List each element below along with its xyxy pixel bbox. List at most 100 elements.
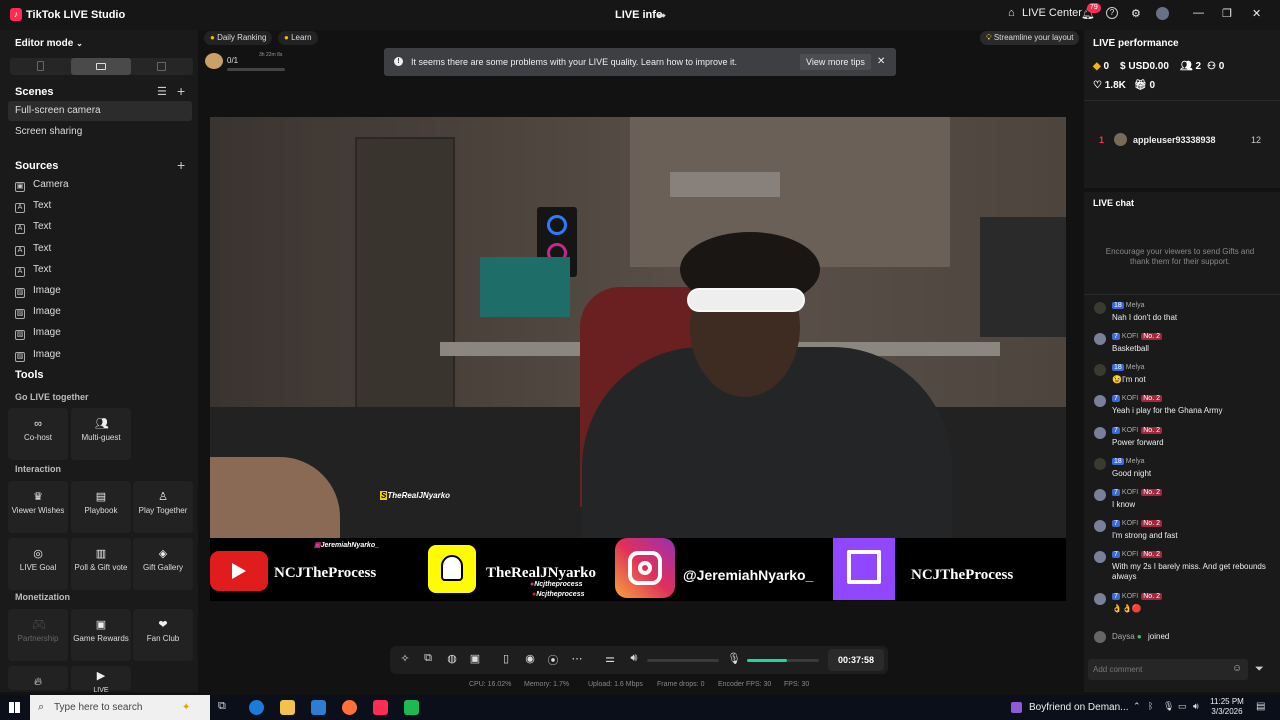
firefox-icon[interactable] bbox=[342, 700, 357, 715]
tray-chevron-icon[interactable]: ⌃ bbox=[1133, 701, 1141, 712]
live-center-button[interactable]: LIVE Center bbox=[1022, 7, 1082, 19]
add-scene-icon[interactable]: + bbox=[177, 83, 185, 99]
chat-username[interactable]: KOFI bbox=[1122, 551, 1138, 558]
close-icon[interactable]: ✕ bbox=[1252, 7, 1261, 20]
chat-username[interactable]: Melya bbox=[1126, 364, 1145, 371]
effects-icon[interactable]: ⧉ bbox=[421, 652, 435, 665]
multiguest-button[interactable]: 👥︎ Multi-guest bbox=[71, 408, 131, 460]
poll-gift-vote-button[interactable]: ▥ Poll & Gift vote bbox=[71, 538, 131, 590]
portrait-layout-icon[interactable] bbox=[37, 61, 44, 71]
chat-message[interactable]: 7 KOFI No. 2 👌👌🔴 bbox=[1094, 593, 1274, 621]
volume-slider[interactable] bbox=[647, 659, 719, 662]
comment-input[interactable]: Add comment ☺ bbox=[1088, 659, 1248, 680]
source-item[interactable]: A Text bbox=[15, 219, 51, 235]
chat-username[interactable]: KOFI bbox=[1122, 489, 1138, 496]
source-item[interactable]: A Text bbox=[15, 198, 51, 214]
speaker-icon[interactable]: 🔊︎ bbox=[627, 652, 641, 665]
source-item[interactable]: ▣ Camera bbox=[15, 177, 69, 193]
chat-message[interactable]: 7 KOFI No. 2 Basketball bbox=[1094, 333, 1274, 361]
viewer-wishes-button[interactable]: ♛ Viewer Wishes bbox=[8, 481, 68, 533]
streamline-layout-button[interactable]: 💡︎ Streamline your layout bbox=[980, 31, 1080, 45]
live-camera-button[interactable]: ▶ LIVE bbox=[71, 666, 131, 694]
chat-username[interactable]: KOFI bbox=[1122, 593, 1138, 600]
chat-username[interactable]: KOFI bbox=[1122, 395, 1138, 402]
chat-message[interactable]: 18 Melya 😉I'm not bbox=[1094, 364, 1274, 392]
close-alert-icon[interactable]: ✕ bbox=[877, 56, 885, 67]
source-item[interactable]: A Text bbox=[15, 262, 51, 278]
chat-username[interactable]: Melya bbox=[1126, 458, 1145, 465]
chat-username[interactable]: Melya bbox=[1126, 302, 1145, 309]
task-view-icon[interactable]: ⧉ bbox=[218, 700, 233, 715]
taskbar-search[interactable]: ⌕ Type here to search ✦ bbox=[30, 695, 210, 720]
magic-wand-icon[interactable]: ✧ bbox=[398, 652, 412, 665]
live-goal-button[interactable]: ◎ LIVE Goal bbox=[8, 538, 68, 590]
store-icon[interactable] bbox=[311, 700, 326, 715]
game-rewards-button[interactable]: ▣ Game Rewards bbox=[71, 609, 131, 661]
learn-button[interactable]: ● Learn bbox=[278, 31, 318, 45]
add-source-icon[interactable]: + bbox=[177, 157, 185, 173]
record-icon[interactable]: ◉ bbox=[523, 652, 537, 665]
media-title[interactable]: Boyfriend on Deman... bbox=[1029, 702, 1129, 713]
view-more-tips-button[interactable]: View more tips bbox=[800, 54, 871, 70]
daily-ranking-button[interactable]: ● Daily Ranking bbox=[204, 31, 273, 45]
avatar[interactable] bbox=[1156, 7, 1169, 20]
notification-center-icon[interactable]: ▤ bbox=[1256, 701, 1265, 712]
live-info-title[interactable]: LIVE info bbox=[615, 9, 663, 21]
flame-button[interactable]: 🔥︎ bbox=[8, 666, 68, 690]
editor-mode-dropdown[interactable]: Editor mode ⌄ bbox=[15, 38, 83, 49]
tray-volume-icon[interactable]: 🔊︎ bbox=[1193, 701, 1199, 712]
source-item[interactable]: ▨ Image bbox=[15, 325, 61, 341]
edge-icon[interactable] bbox=[249, 700, 264, 715]
scene-screen-sharing[interactable]: Screen sharing bbox=[8, 122, 192, 142]
goal-trophy-icon[interactable] bbox=[205, 53, 223, 69]
tray-bluetooth-icon[interactable]: ᛒ bbox=[1148, 701, 1153, 711]
tray-mic-icon[interactable]: 🎙︎ bbox=[1163, 701, 1174, 712]
home-icon[interactable]: ⌂ bbox=[1008, 7, 1015, 19]
media-icon[interactable] bbox=[1011, 702, 1022, 713]
chat-message[interactable]: 18 Melya Good night bbox=[1094, 458, 1274, 486]
chat-username[interactable]: KOFI bbox=[1122, 427, 1138, 434]
chat-message[interactable]: 7 KOFI No. 2 I'm strong and fast bbox=[1094, 520, 1274, 548]
rank-user[interactable]: appleuser93338938 bbox=[1133, 135, 1216, 145]
source-item[interactable]: ▨ Image bbox=[15, 283, 61, 299]
windows-start-icon[interactable] bbox=[9, 702, 20, 713]
chat-message[interactable]: 7 KOFI No. 2 Yeah i play for the Ghana Army bbox=[1094, 395, 1274, 423]
tray-network-icon[interactable]: ▭ bbox=[1178, 701, 1187, 712]
more-icon[interactable]: ⋯ bbox=[570, 652, 584, 665]
playbook-button[interactable]: ▤ Playbook bbox=[71, 481, 131, 533]
replay-icon[interactable]: ⦿ bbox=[546, 652, 560, 668]
cohost-button[interactable]: ∞ Co-host bbox=[8, 408, 68, 460]
share-icon[interactable]: ➦ bbox=[657, 9, 666, 22]
fan-club-button[interactable]: ❤ Fan Club bbox=[133, 609, 193, 661]
chat-message[interactable]: 7 KOFI No. 2 Power forward bbox=[1094, 427, 1274, 455]
chat-message[interactable]: 7 KOFI No. 2 With my 2s I barely miss. And … bbox=[1094, 551, 1274, 581]
screen-icon[interactable]: ▣ bbox=[468, 652, 482, 665]
mic-icon[interactable]: 🎙︎ bbox=[727, 652, 741, 665]
source-item[interactable]: ▨ Image bbox=[15, 304, 61, 320]
emoji-icon[interactable]: ☺ bbox=[1232, 663, 1242, 674]
settings-sliders-icon[interactable]: ⚌ bbox=[603, 652, 617, 665]
chat-message[interactable]: 7 KOFI No. 2 I know bbox=[1094, 489, 1274, 517]
scene-full-screen-camera[interactable]: Full-screen camera bbox=[8, 101, 192, 121]
tiktok-taskbar-icon[interactable] bbox=[373, 700, 388, 715]
app-green-icon[interactable] bbox=[404, 700, 419, 715]
source-item[interactable]: A Text bbox=[15, 241, 51, 257]
mic-level-slider[interactable] bbox=[747, 659, 819, 662]
help-icon[interactable]: ? bbox=[1106, 7, 1118, 19]
gift-gallery-button[interactable]: ◈ Gift Gallery bbox=[133, 538, 193, 590]
list-icon[interactable]: ☰ bbox=[157, 85, 167, 98]
split-layout-icon[interactable] bbox=[157, 62, 166, 71]
play-together-button[interactable]: ♙ Play Together bbox=[133, 481, 193, 533]
source-item[interactable]: ▨ Image bbox=[15, 347, 61, 363]
file-explorer-icon[interactable] bbox=[280, 700, 295, 715]
chat-username[interactable]: KOFI bbox=[1122, 520, 1138, 527]
chat-message[interactable]: 18 Melya Nah I don't do that bbox=[1094, 302, 1274, 330]
filter-funnel-icon[interactable]: ⏷ bbox=[1255, 663, 1264, 676]
maximize-icon[interactable]: ❐ bbox=[1222, 7, 1232, 20]
partnership-button[interactable]: 🎮︎ Partnership bbox=[8, 609, 68, 661]
taskbar-clock[interactable]: 11:25 PM 3/3/2026 bbox=[1209, 697, 1245, 717]
filter-icon[interactable]: ◍ bbox=[445, 652, 459, 665]
gear-icon[interactable]: ⚙ bbox=[1131, 7, 1141, 20]
phone-icon[interactable]: ▯ bbox=[499, 652, 513, 665]
minimize-icon[interactable]: — bbox=[1193, 7, 1204, 19]
